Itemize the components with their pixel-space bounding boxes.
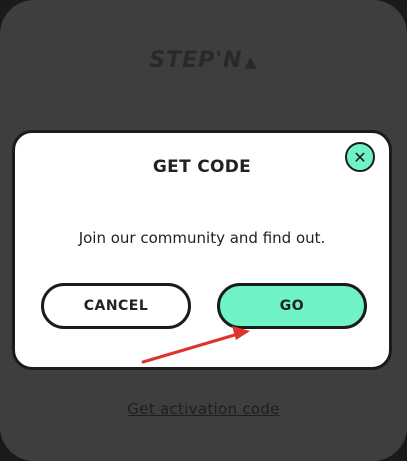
logo-mark-icon: ▲ [244,52,258,71]
stepn-logo: STEP'N ▲ [0,48,407,73]
close-button[interactable]: ✕ [345,142,375,172]
logo-text: STEP'N [149,48,243,73]
cancel-button[interactable]: CANCEL [41,283,191,329]
close-icon: ✕ [353,147,367,167]
get-activation-code-link[interactable]: Get activation code [0,400,407,418]
dialog-message: Join our community and find out. [78,229,326,247]
dialog-title: GET CODE [152,157,252,177]
get-code-dialog: GET CODE ✕ Join our community and find o… [12,130,392,370]
go-button[interactable]: GO [217,283,367,329]
cancel-button-label: CANCEL [83,298,149,314]
go-button-label: GO [279,298,305,314]
